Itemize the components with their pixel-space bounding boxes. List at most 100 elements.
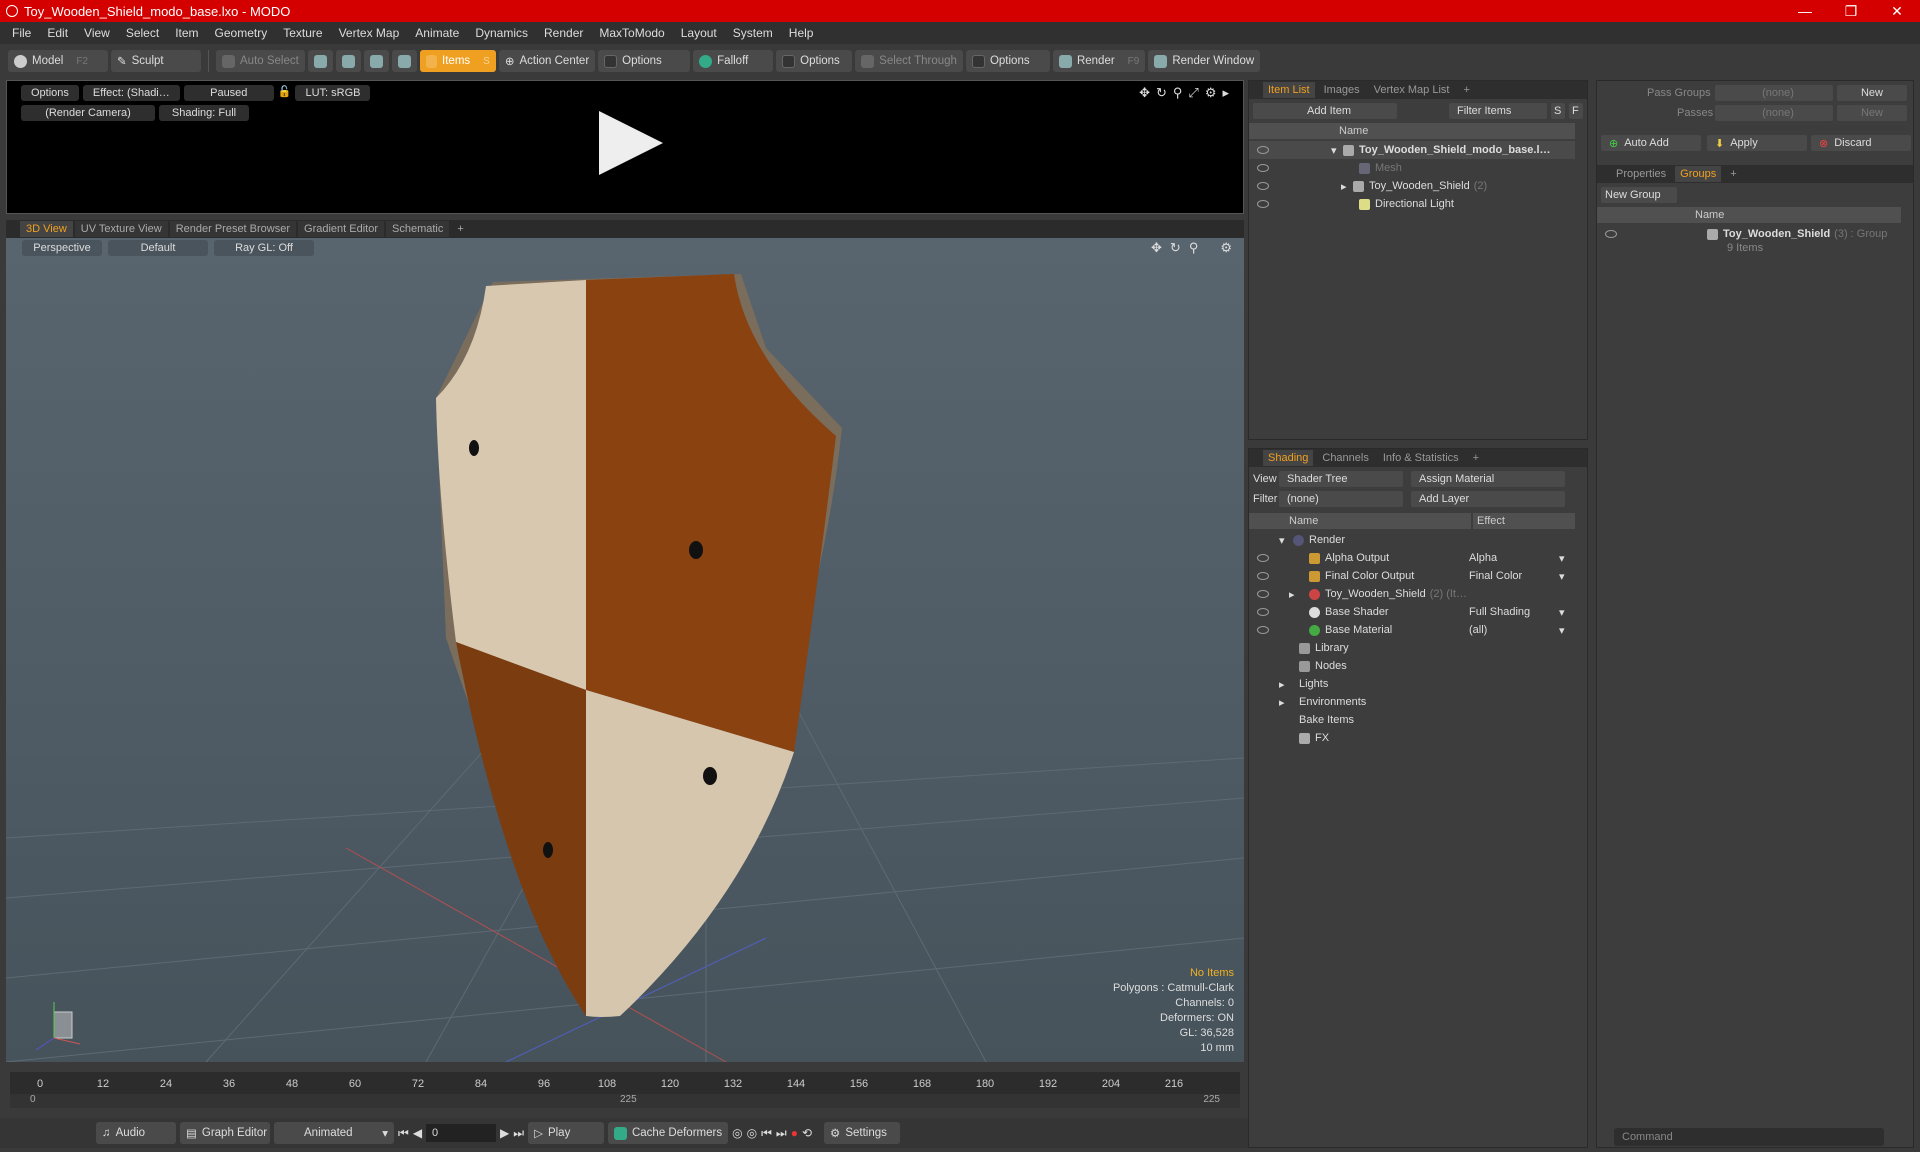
action-center-options-button[interactable]: Options [598, 50, 691, 72]
timeline[interactable]: 0 12 24 36 48 60 72 84 96 108 120 132 14… [6, 1066, 1244, 1114]
tab-gradient-editor[interactable]: Gradient Editor [298, 221, 384, 237]
add-tab-button[interactable]: + [1468, 450, 1484, 466]
list-item[interactable]: ▸ Toy_Wooden_Shield (2) [1249, 177, 1575, 195]
new-pass-group-button[interactable]: New [1837, 85, 1907, 101]
loop-icon[interactable]: ⟲ [802, 1126, 812, 1140]
eye-icon[interactable] [1257, 608, 1269, 616]
command-input[interactable]: Command [1614, 1128, 1884, 1146]
skip-start-icon[interactable]: ⏮ [398, 1126, 409, 1141]
list-item[interactable]: Mesh [1249, 159, 1575, 177]
menu-geometry[interactable]: Geometry [207, 26, 276, 40]
falloff-options-button[interactable]: Options [776, 50, 853, 72]
expand-icon[interactable]: ▸ [1341, 180, 1353, 193]
expand-icon[interactable]: ▸ [1289, 588, 1309, 601]
collapse-icon[interactable]: ▾ [1279, 534, 1293, 547]
list-item[interactable]: Final Color Output Final Color ▾ [1249, 567, 1575, 585]
tab-info-statistics[interactable]: Info & Statistics [1378, 450, 1464, 466]
skip-end-icon[interactable]: ⏭ [513, 1126, 524, 1141]
expand-icon[interactable]: ▸ [1279, 678, 1299, 691]
eye-icon[interactable] [1257, 200, 1269, 208]
filter-items-input[interactable]: Filter Items [1449, 103, 1547, 119]
list-item[interactable]: ▸ Toy_Wooden_Shield (2) (It… [1249, 585, 1575, 603]
expand-icon[interactable]: ▸ [1279, 696, 1299, 709]
rotate-icon[interactable]: ↻ [1170, 240, 1181, 256]
list-item[interactable]: Base Shader Full Shading ▾ [1249, 603, 1575, 621]
add-tab-button[interactable]: + [1458, 82, 1474, 98]
chevron-down-icon[interactable]: ▾ [1559, 606, 1565, 619]
menu-file[interactable]: File [4, 26, 39, 40]
maximize-icon[interactable]: ❐ [1828, 0, 1874, 22]
record-icon[interactable]: ● [791, 1126, 798, 1140]
key-icon[interactable]: ◎ [732, 1126, 742, 1140]
animated-dropdown[interactable]: Animated ▾ [274, 1122, 394, 1144]
play-button[interactable]: ▷ Play [528, 1122, 605, 1144]
list-item[interactable]: Base Material (all) ▾ [1249, 621, 1575, 639]
add-layer-dropdown[interactable]: Add Layer [1411, 491, 1565, 507]
zoom-icon[interactable]: ⚲ [1189, 240, 1199, 256]
menu-dynamics[interactable]: Dynamics [467, 26, 536, 40]
gear-icon[interactable]: ⚙ [1220, 240, 1232, 256]
timeline-range[interactable]: 0 225 225 [10, 1094, 1240, 1108]
perspective-dropdown[interactable]: Perspective [22, 240, 102, 256]
arrow-right-icon[interactable]: ▸ [1222, 85, 1229, 101]
gear-icon[interactable]: ⚙ [1205, 85, 1217, 101]
next-key-icon[interactable]: ⏭ [776, 1126, 787, 1141]
menu-animate[interactable]: Animate [407, 26, 467, 40]
eye-icon[interactable] [1257, 626, 1269, 634]
eye-icon[interactable] [1257, 590, 1269, 598]
frame-input[interactable]: 0 [426, 1124, 497, 1142]
model-button[interactable]: Model F2 [8, 50, 108, 72]
render-window-button[interactable]: Render Window [1148, 50, 1261, 72]
eye-icon[interactable] [1257, 572, 1269, 580]
step-back-icon[interactable]: ◀ [413, 1126, 422, 1140]
items-mode-button[interactable]: Items S [419, 50, 496, 72]
add-tab-button[interactable]: + [1725, 166, 1741, 182]
add-tab-button[interactable]: + [451, 221, 469, 237]
list-item[interactable]: Nodes [1249, 657, 1575, 675]
eye-icon[interactable] [1257, 554, 1269, 562]
add-item-dropdown[interactable]: Add Item [1253, 103, 1397, 119]
tab-channels[interactable]: Channels [1317, 450, 1373, 466]
list-item[interactable]: ▸ Lights [1249, 675, 1575, 693]
eye-icon[interactable] [1257, 182, 1269, 190]
tab-images[interactable]: Images [1319, 82, 1365, 98]
tab-schematic[interactable]: Schematic [386, 221, 450, 237]
expand-icon[interactable]: ⤢ [1188, 85, 1198, 101]
default-dropdown[interactable]: Default [108, 240, 208, 256]
tab-3d-view[interactable]: 3D View [20, 221, 73, 237]
menu-render[interactable]: Render [536, 26, 591, 40]
close-icon[interactable]: ✕ [1874, 0, 1920, 22]
list-item[interactable]: Library [1249, 639, 1575, 657]
render-options-button[interactable]: Options [21, 85, 79, 101]
menu-select[interactable]: Select [118, 26, 167, 40]
menu-maxtomodo[interactable]: MaxToModo [591, 26, 672, 40]
tab-uv-texture-view[interactable]: UV Texture View [74, 221, 168, 237]
apply-button[interactable]: ⬇ Apply [1707, 135, 1807, 151]
list-item[interactable]: Directional Light [1249, 195, 1575, 213]
new-group-button[interactable]: New Group [1601, 187, 1677, 203]
render-preview[interactable]: Options Effect: (Shadi… Paused 🔓 LUT: sR… [6, 80, 1244, 214]
menu-vertex-map[interactable]: Vertex Map [331, 26, 408, 40]
ray-gl-dropdown[interactable]: Ray GL: Off [214, 240, 314, 256]
materials-mode-button[interactable] [391, 50, 417, 72]
list-item[interactable]: Bake Items [1249, 711, 1575, 729]
select-through-button[interactable]: Select Through [855, 50, 963, 72]
list-item[interactable]: ▸ Environments [1249, 693, 1575, 711]
discard-button[interactable]: ⊗ Discard [1811, 135, 1911, 151]
menu-edit[interactable]: Edit [39, 26, 76, 40]
menu-system[interactable]: System [725, 26, 781, 40]
chevron-down-icon[interactable]: ▾ [1559, 624, 1565, 637]
key-all-icon[interactable]: ◎ [747, 1126, 757, 1140]
shading-dropdown[interactable]: Shading: Full [159, 105, 249, 121]
play-icon[interactable] [599, 111, 663, 175]
move-icon[interactable]: ✥ [1139, 85, 1150, 101]
graph-editor-button[interactable]: ▤ Graph Editor [180, 1122, 270, 1144]
menu-item[interactable]: Item [167, 26, 206, 40]
action-center-button[interactable]: ⊕ Action Center [498, 50, 596, 72]
3d-viewport[interactable]: Perspective Default Ray GL: Off ✥ ↻ ⚲ ⚙ … [6, 238, 1244, 1062]
tab-properties[interactable]: Properties [1611, 166, 1671, 182]
menu-texture[interactable]: Texture [275, 26, 330, 40]
chevron-down-icon[interactable]: ▾ [1559, 570, 1565, 583]
list-item[interactable]: FX [1249, 729, 1575, 747]
falloff-button[interactable]: Falloff [693, 50, 774, 72]
